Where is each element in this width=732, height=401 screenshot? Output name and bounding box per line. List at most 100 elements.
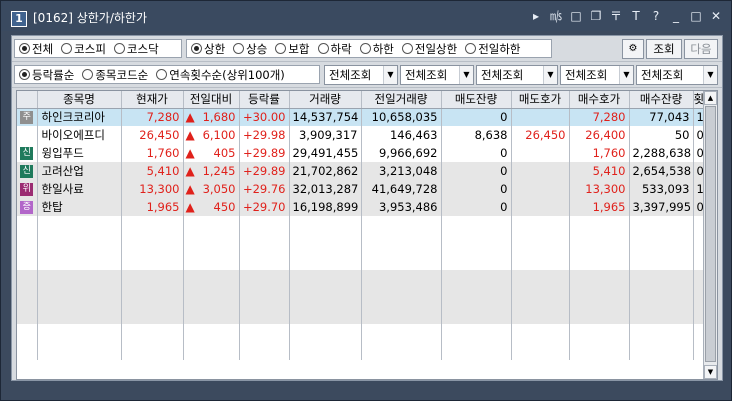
filter-dropdown-3[interactable]: 전체조회 ▼: [476, 65, 558, 85]
col-header-bid-price[interactable]: 매수호가: [569, 91, 630, 109]
close-icon[interactable]: ✕: [709, 9, 723, 23]
empty-cell: [37, 270, 122, 288]
sort-radio-consecutive[interactable]: 연속횟수순(상위100개): [156, 67, 285, 83]
empty-cell: [511, 216, 570, 234]
empty-cell: [17, 324, 38, 342]
limit-radio-lower[interactable]: 하한: [359, 41, 394, 57]
limit-radio-upper[interactable]: 상한: [191, 41, 225, 57]
help-icon[interactable]: ?: [649, 9, 663, 23]
radio-selected-icon: [19, 43, 30, 54]
search-button[interactable]: 조회: [646, 39, 682, 59]
vertical-scrollbar[interactable]: ▲ ▼: [703, 91, 717, 379]
limit-radio-fall[interactable]: 하락: [317, 41, 352, 57]
title-bar: 1 [0162] 상한가/하한가 ▸ ㎧ □ ❐ 〒 T ? _ □ ✕: [1, 1, 731, 31]
market-radio-all[interactable]: 전체: [19, 41, 53, 57]
table-row[interactable]: 바이오에프디 26,450 ▲ 6,100 +29.98 3,909,317 146,463…: [17, 126, 706, 144]
limit-radio-prev-upper[interactable]: 전일상한: [401, 41, 457, 57]
cell-change: ▲ 450: [183, 198, 240, 216]
table-row[interactable]: 신 윙입푸드 1,760 ▲ 405 +29.89 29,491,455 9,966,692 0…: [17, 144, 706, 162]
cell-rate: +29.70: [239, 198, 290, 216]
table-row[interactable]: 신 고려산업 5,410 ▲ 1,245 +29.89 21,702,862 3,213,04…: [17, 162, 706, 180]
filter-dropdown-2[interactable]: 전체조회 ▼: [400, 65, 474, 85]
sort-radio-code[interactable]: 종목코드순: [82, 67, 148, 83]
cell-bid-qty: 533,093: [629, 180, 694, 198]
empty-cell: [629, 234, 694, 252]
filter-dropdown-4[interactable]: 전체조회 ▼: [560, 65, 634, 85]
link-window-icon[interactable]: □: [569, 9, 583, 23]
cell-price: 1,760: [121, 144, 184, 162]
col-header-ask-qty[interactable]: 매도잔량: [441, 91, 512, 109]
cell-change: ▲ 1,680: [183, 108, 240, 126]
empty-cell: [17, 216, 38, 234]
col-header-change[interactable]: 전일대비: [183, 91, 240, 109]
up-arrow-icon: ▲: [185, 146, 195, 160]
empty-cell: [183, 270, 240, 288]
empty-cell: [183, 216, 240, 234]
cell-tag: [17, 126, 38, 144]
limit-radio-prev-lower[interactable]: 전일하한: [465, 41, 521, 57]
limit-radio-rise[interactable]: 상승: [233, 41, 267, 57]
cell-prev-volume: 3,213,048: [361, 162, 442, 180]
col-header-rate[interactable]: 등락률: [239, 91, 290, 109]
filter-dropdown-1[interactable]: 전체조회 ▼: [324, 65, 398, 85]
market-radio-kospi[interactable]: 코스피: [61, 41, 106, 57]
up-arrow-icon: ▲: [185, 200, 195, 214]
cell-price: 1,965: [121, 198, 184, 216]
empty-cell: [17, 288, 38, 306]
scroll-up-icon[interactable]: ▲: [704, 91, 717, 105]
settings-button[interactable]: ⚙: [622, 39, 644, 59]
market-radio-kosdaq[interactable]: 코스닥: [113, 41, 159, 57]
col-header-bid-qty[interactable]: 매수잔량: [629, 91, 694, 109]
empty-cell: [511, 252, 570, 270]
radio-icon: [156, 69, 168, 80]
scroll-thumb[interactable]: [705, 106, 716, 362]
table-row[interactable]: 위 한일사료 13,300 ▲ 3,050 +29.76 32,013,287 41,649,…: [17, 180, 706, 198]
col-header-price[interactable]: 현재가: [121, 91, 184, 109]
cell-bid-qty: 50: [629, 126, 694, 144]
filter-dropdown-5[interactable]: 전체조회 ▼: [636, 65, 718, 85]
empty-cell: [629, 270, 694, 288]
cell-ask-qty: 0: [441, 180, 512, 198]
empty-cell: [569, 342, 630, 360]
empty-cell: [511, 342, 570, 360]
cell-name: 하인크코리아: [37, 108, 122, 126]
empty-cell: [441, 342, 512, 360]
empty-cell: [361, 324, 442, 342]
window: 1 [0162] 상한가/하한가 ▸ ㎧ □ ❐ 〒 T ? _ □ ✕ 전체 …: [0, 0, 732, 401]
col-header-tag[interactable]: [17, 91, 38, 109]
empty-cell: [289, 270, 362, 288]
minimize-icon[interactable]: _: [669, 9, 683, 23]
text-size-icon[interactable]: T: [629, 9, 643, 23]
empty-cell: [361, 288, 442, 306]
cell-prev-volume: 3,953,486: [361, 198, 442, 216]
maximize-icon[interactable]: □: [689, 9, 703, 23]
table-row[interactable]: 주 하인크코리아 7,280 ▲ 1,680 +30.00 14,537,754 10,658…: [17, 108, 706, 126]
col-header-volume[interactable]: 거래량: [289, 91, 362, 109]
expand-arrow-icon[interactable]: ▸: [529, 9, 543, 23]
empty-cell: [17, 270, 38, 288]
empty-cell: [569, 306, 630, 324]
radio-icon: [317, 43, 329, 54]
col-header-ask-price[interactable]: 매도호가: [511, 91, 570, 109]
pin-icon[interactable]: 〒: [609, 9, 623, 23]
sort-radio-rate[interactable]: 등락률순: [19, 67, 74, 83]
cell-tag: 신: [17, 144, 38, 162]
cell-price: 13,300: [121, 180, 184, 198]
chevron-down-icon: ▼: [383, 66, 397, 84]
next-button[interactable]: 다음: [684, 39, 718, 59]
col-header-name[interactable]: 종목명: [37, 91, 122, 109]
cell-ask-price: [511, 108, 570, 126]
limit-radio-flat[interactable]: 보합: [275, 41, 310, 57]
duplicate-window-icon[interactable]: ❐: [589, 9, 603, 23]
empty-cell: [289, 252, 362, 270]
memo-icon[interactable]: ㎧: [549, 9, 563, 23]
scroll-down-icon[interactable]: ▼: [704, 365, 717, 379]
col-header-prev-volume[interactable]: 전일거래량: [361, 91, 442, 109]
empty-cell: [239, 324, 290, 342]
empty-cell: [183, 306, 240, 324]
cell-volume: 16,198,899: [289, 198, 362, 216]
table-row[interactable]: 증 한탑 1,965 ▲ 450 +29.70 16,198,899 3,953,486 0 1,…: [17, 198, 706, 216]
cell-tag: 신: [17, 162, 38, 180]
table-row-empty: [17, 306, 706, 324]
window-number-badge[interactable]: 1: [11, 11, 27, 27]
